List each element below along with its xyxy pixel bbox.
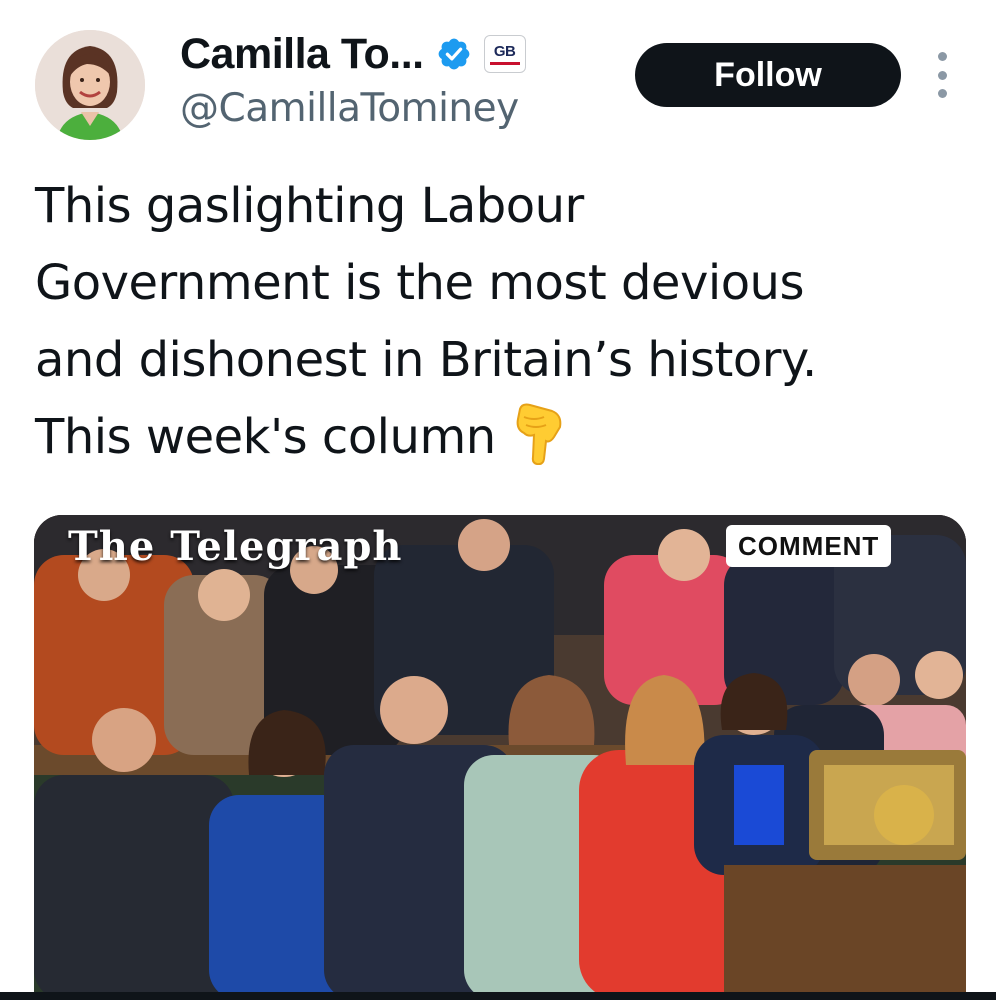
tweet-line: This gaslighting Labour xyxy=(35,178,584,234)
pointing-down-emoji-icon xyxy=(516,403,561,465)
tweet-line: Government is the most devious xyxy=(35,255,804,311)
tweet-line: and dishonest in Britain’s history. xyxy=(35,332,817,388)
tweet-line-last: This week's column xyxy=(35,399,975,476)
bottom-edge-bar xyxy=(0,992,996,1000)
tweet-line-text: This week's column xyxy=(35,409,496,465)
telegraph-masthead: The Telegraph xyxy=(68,523,403,570)
display-name[interactable]: Camilla To... xyxy=(180,30,424,79)
verified-badge-icon[interactable] xyxy=(436,36,472,72)
parliament-photo xyxy=(34,515,966,1000)
avatar[interactable] xyxy=(35,30,145,140)
more-dot xyxy=(937,70,947,80)
more-dot xyxy=(937,52,947,61)
user-handle[interactable]: @CamillaTominey xyxy=(180,86,519,131)
article-card-image[interactable]: The Telegraph COMMENT xyxy=(34,515,966,1000)
affiliate-badge[interactable]: GB xyxy=(483,35,526,73)
comment-label: COMMENT xyxy=(726,525,892,567)
user-name-row: Camilla To... GB xyxy=(180,28,526,80)
affiliate-badge-stripe xyxy=(489,61,520,65)
more-dot xyxy=(937,89,947,98)
tweet-text: This gaslighting Labour Government is th… xyxy=(35,168,975,476)
more-options-icon[interactable] xyxy=(928,52,956,98)
avatar-photo xyxy=(35,30,145,140)
affiliate-badge-label: GB xyxy=(493,42,516,60)
follow-button[interactable]: Follow xyxy=(635,43,901,107)
